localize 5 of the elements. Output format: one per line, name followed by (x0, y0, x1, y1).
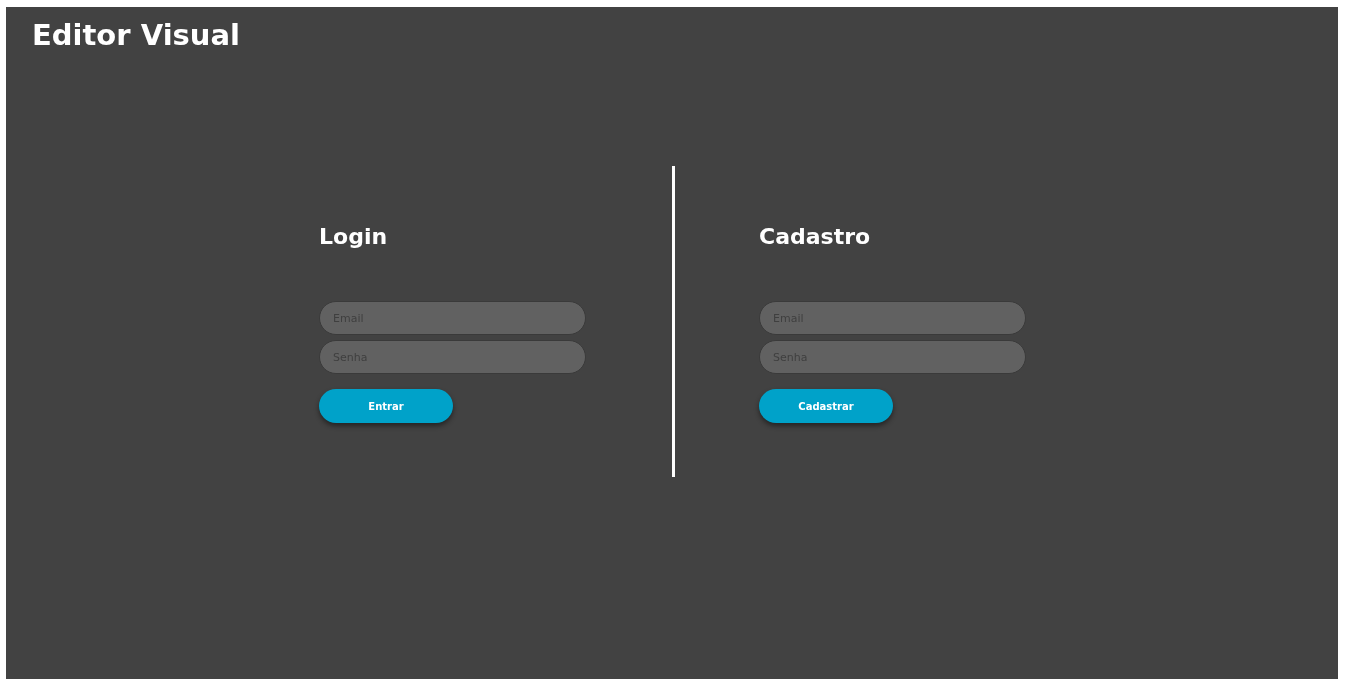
submit-button[interactable]: Entrar (319, 389, 453, 423)
section-heading: Cadastro (759, 223, 871, 251)
section-heading: Login (319, 223, 388, 251)
page-title: Editor Visual (32, 18, 240, 52)
submit-button[interactable]: Cadastrar (759, 389, 893, 423)
